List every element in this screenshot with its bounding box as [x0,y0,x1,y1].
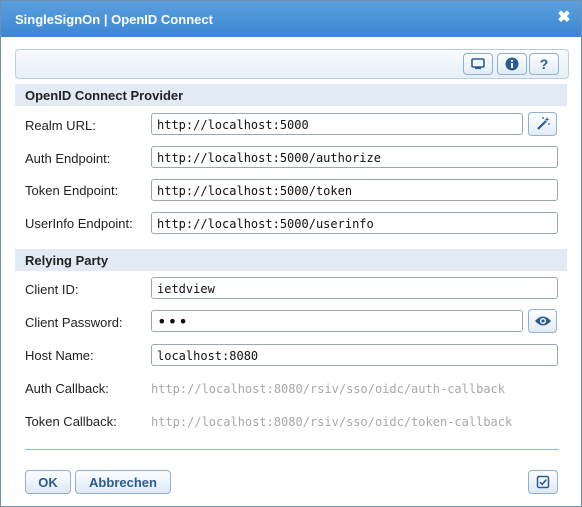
magic-wand-icon[interactable] [528,112,557,136]
host-name-label: Host Name: [25,348,94,363]
token-callback-label: Token Callback: [25,414,117,429]
help-icon[interactable]: ? [529,53,559,75]
title-bar[interactable]: SingleSignOn | OpenID Connect ✖ [1,1,581,37]
token-endpoint-label: Token Endpoint: [25,183,119,198]
token-callback-value: http://localhost:8080/rsiv/sso/oidc/toke… [151,415,513,429]
userinfo-endpoint-label: UserInfo Endpoint: [25,216,133,231]
client-id-label: Client ID: [25,282,79,297]
client-password-label: Client Password: [25,315,123,330]
section-provider-title: OpenID Connect Provider [25,88,184,103]
host-name-input[interactable]: localhost:8080 [151,344,558,366]
auth-callback-label: Auth Callback: [25,381,109,396]
auth-callback-value: http://localhost:8080/rsiv/sso/oidc/auth… [151,382,506,396]
userinfo-endpoint-input[interactable]: http://localhost:5000/userinfo [151,212,558,234]
sso-dialog: SingleSignOn | OpenID Connect ✖ ? OpenID… [0,0,582,507]
client-id-input[interactable]: ietdview [151,277,558,299]
footer-divider [25,449,559,450]
info-icon[interactable] [497,53,527,75]
ok-button[interactable]: OK [25,470,71,494]
realm-url-input[interactable]: http://localhost:5000 [151,113,523,135]
toolbar: ? [15,49,569,79]
eye-icon[interactable] [528,309,557,333]
section-relying-title: Relying Party [25,253,109,268]
realm-url-label: Realm URL: [25,118,96,133]
client-password-input[interactable]: ••• [151,310,523,332]
cancel-button[interactable]: Abbrechen [75,470,171,494]
section-provider: OpenID Connect Provider [15,84,567,106]
auth-endpoint-input[interactable]: http://localhost:5000/authorize [151,146,558,168]
token-endpoint-input[interactable]: http://localhost:5000/token [151,179,558,201]
auth-endpoint-label: Auth Endpoint: [25,151,111,166]
section-relying: Relying Party [15,249,567,271]
checklist-icon[interactable] [528,470,558,494]
dialog-title: SingleSignOn | OpenID Connect [15,12,213,27]
monitor-icon[interactable] [463,53,493,75]
close-icon[interactable]: ✖ [555,9,573,27]
